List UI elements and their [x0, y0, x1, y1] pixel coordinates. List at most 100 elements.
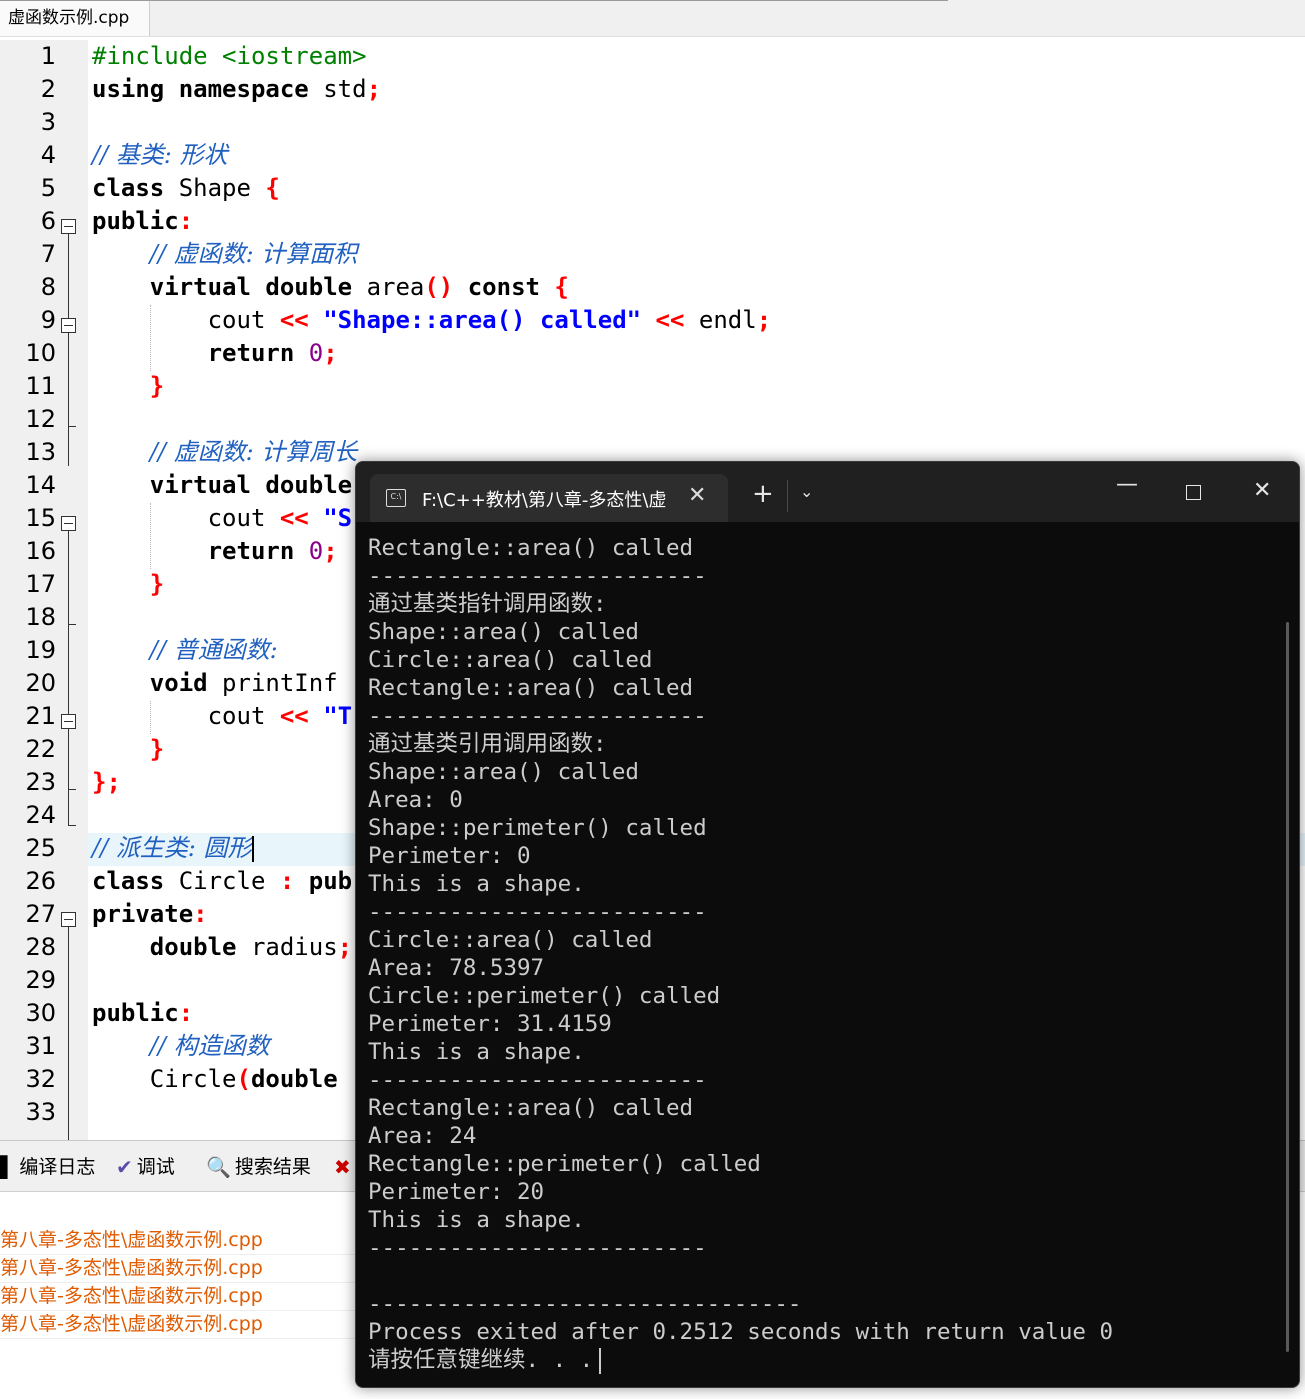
line-number: 9: [40, 306, 56, 334]
terminal-scrollbar[interactable]: [1286, 622, 1289, 1352]
line-number: 25: [25, 834, 56, 862]
log-row[interactable]: 第八章-多态性\虚函数示例.cpp: [0, 1282, 360, 1311]
terminal-line: Process exited after 0.2512 seconds with…: [368, 1318, 1113, 1346]
code-line-23: };: [92, 768, 121, 796]
code-line-27: private:: [92, 900, 208, 928]
code-line-7: // 虚函数: 计算面积: [149, 240, 358, 268]
line-number: 30: [25, 999, 56, 1027]
line-number: 20: [25, 669, 56, 697]
line-number: 6: [40, 207, 56, 235]
code-line-30: public:: [92, 999, 194, 1027]
log-row[interactable]: 第八章-多态性\虚函数示例.cpp: [0, 1310, 360, 1339]
line-number: 19: [25, 636, 56, 664]
log-row[interactable]: 第八章-多态性\虚函数示例.cpp: [0, 1226, 360, 1255]
code-line-14: virtual double: [149, 471, 353, 499]
fold-toggle-icon[interactable]: [61, 714, 76, 729]
terminal-line: 请按任意键继续. . .: [368, 1346, 602, 1374]
close-tab-icon[interactable]: ✕: [688, 483, 706, 508]
line-number: 22: [25, 735, 56, 763]
terminal-line-text: Perimeter: 0: [368, 843, 531, 869]
line-number: 29: [25, 966, 56, 994]
code-line-26: class Circle : pub: [92, 867, 353, 895]
terminal-cursor: [599, 1347, 602, 1374]
line-number: 18: [25, 603, 56, 631]
terminal-line-text: This is a shape.: [368, 871, 585, 897]
text-caret: [251, 836, 254, 862]
terminal-tab[interactable]: C:\ F:\C++教材\第八章-多态性\虚 ✕: [370, 474, 728, 522]
code-line-32: Circle(double: [149, 1065, 338, 1093]
tab-debug[interactable]: ✔ 调试: [116, 1151, 175, 1183]
code-line-8: virtual double area() const {: [149, 273, 569, 301]
tab-compile-log[interactable]: ▌ 编译日志: [0, 1151, 95, 1183]
compile-log-icon: ▌: [0, 1155, 16, 1179]
code-line-2: using namespace std;: [92, 75, 382, 103]
terminal-line: --------------------------------: [368, 1290, 801, 1318]
new-tab-icon[interactable]: +: [752, 479, 774, 509]
terminal-line-text: Shape::area() called: [368, 759, 639, 785]
terminal-line: Perimeter: 20: [368, 1178, 544, 1206]
terminal-line-text: 请按任意键继续. . .: [368, 1347, 594, 1373]
line-number: 12: [25, 405, 56, 433]
code-line-19: // 普通函数:: [149, 636, 286, 664]
line-number: 33: [25, 1098, 56, 1126]
terminal-line-text: This is a shape.: [368, 1207, 585, 1233]
line-number: 15: [25, 504, 56, 532]
line-number: 16: [25, 537, 56, 565]
line-number: 1: [40, 42, 56, 70]
code-line-17: }: [149, 570, 165, 598]
terminal-line: Rectangle::perimeter() called: [368, 1150, 761, 1178]
tab-label: 编译日志: [19, 1156, 96, 1178]
minimize-icon[interactable]: —: [1116, 472, 1138, 497]
terminal-line: Shape::area() called: [368, 758, 639, 786]
terminal-line-text: -------------------------: [368, 1067, 707, 1093]
terminal-line: Shape::perimeter() called: [368, 814, 707, 842]
close-window-icon[interactable]: ✕: [1253, 478, 1271, 503]
tab-search-results[interactable]: 🔍 搜索结果: [206, 1151, 311, 1183]
terminal-line: -------------------------: [368, 898, 707, 926]
log-row-path: 第八章-多态性\虚函数示例.cpp: [0, 1313, 263, 1335]
terminal-line-text: Circle::perimeter() called: [368, 983, 721, 1009]
file-tab[interactable]: 虚函数示例.cpp: [0, 1, 150, 36]
fold-toggle-icon[interactable]: [61, 516, 76, 531]
log-row-path: 第八章-多态性\虚函数示例.cpp: [0, 1285, 263, 1307]
line-number: 7: [40, 240, 56, 268]
fold-guide: [68, 927, 69, 1140]
line-number: 23: [25, 768, 56, 796]
terminal-line-text: Circle::area() called: [368, 927, 653, 953]
line-number: 5: [40, 174, 56, 202]
code-line-4: // 基类: 形状: [92, 141, 228, 169]
tab-label: 搜索结果: [234, 1156, 311, 1178]
fold-end-marker: [68, 426, 76, 427]
close-tab-icon: ✖: [334, 1155, 351, 1179]
code-line-16: return 0;: [207, 537, 338, 565]
terminal-line: Circle::area() called: [368, 926, 652, 954]
log-row[interactable]: 第八章-多态性\虚函数示例.cpp: [0, 1254, 360, 1283]
terminal-line: 通过基类指针调用函数:: [368, 590, 607, 618]
code-line-28: double radius;: [149, 933, 353, 961]
fold-guide: [68, 234, 69, 466]
terminal-line-text: Shape::perimeter() called: [368, 815, 707, 841]
code-line-10: return 0;: [207, 339, 338, 367]
terminal-titlebar[interactable]: C:\ F:\C++教材\第八章-多态性\虚 ✕ + ⌄ — ✕: [356, 462, 1299, 522]
terminal-window[interactable]: C:\ F:\C++教材\第八章-多态性\虚 ✕ + ⌄ — ✕ Rectang…: [355, 461, 1300, 1388]
log-row-path: 第八章-多态性\虚函数示例.cpp: [0, 1257, 263, 1279]
terminal-line-text: Rectangle::area() called: [368, 675, 694, 701]
fold-toggle-icon[interactable]: [61, 219, 76, 234]
fold-toggle-icon[interactable]: [61, 912, 76, 927]
terminal-line-text: Perimeter: 31.4159: [368, 1011, 612, 1037]
line-number: 11: [25, 372, 56, 400]
search-results-icon: 🔍: [206, 1155, 231, 1179]
maximize-icon[interactable]: [1186, 485, 1201, 500]
fold-toggle-icon[interactable]: [61, 318, 76, 333]
terminal-line: Circle::area() called: [368, 646, 652, 674]
chevron-down-icon[interactable]: ⌄: [800, 482, 813, 501]
terminal-line: Rectangle::area() called: [368, 1094, 693, 1122]
terminal-line-text: --------------------------------: [368, 1291, 802, 1317]
line-number: 14: [25, 471, 56, 499]
tab-close[interactable]: ✖: [334, 1151, 351, 1183]
terminal-line: This is a shape.: [368, 1038, 585, 1066]
terminal-tab-title: F:\C++教材\第八章-多态性\虚: [422, 490, 667, 511]
line-number-gutter: 1 2 3 4 5 6 7 8 9 10 11 12 13 14 15 16 17 18 19 20 21 22 23 24 2…: [0, 40, 88, 1140]
terminal-line-text: -------------------------: [368, 1235, 707, 1261]
terminal-line-text: Circle::area() called: [368, 647, 653, 673]
